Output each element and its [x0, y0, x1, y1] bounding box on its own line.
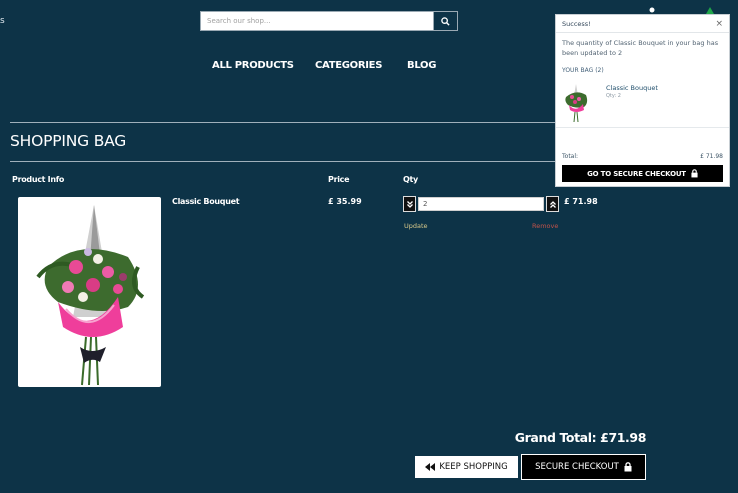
search-button[interactable]: [433, 11, 458, 31]
popup-total-label: Total:: [562, 153, 579, 160]
secure-checkout-label: SECURE CHECKOUT: [535, 462, 619, 472]
chevron-double-down-icon: [406, 200, 413, 208]
search-input[interactable]: [200, 11, 433, 31]
popup-header: Success! ×: [556, 15, 729, 33]
close-icon[interactable]: ×: [715, 19, 723, 29]
qty-decrease-button[interactable]: [403, 196, 416, 212]
qty-increase-button[interactable]: [546, 196, 559, 212]
header-price: Price: [328, 175, 350, 184]
popup-product-thumbnail[interactable]: [562, 83, 590, 123]
divider-bottom: [10, 161, 555, 162]
keep-shopping-button[interactable]: KEEP SHOPPING: [414, 455, 519, 479]
lock-icon: [624, 462, 632, 472]
nav-blog[interactable]: BLOG: [407, 60, 436, 71]
rewind-icon: [425, 463, 436, 471]
account-icon[interactable]: [648, 6, 656, 14]
popup-total-value: £ 71.98: [700, 153, 723, 160]
cart-notification-popup: Success! × The quantity of Classic Bouqu…: [555, 14, 730, 187]
quantity-input[interactable]: [418, 197, 544, 211]
page-title: SHOPPING BAG: [10, 132, 127, 150]
search-bar: [200, 11, 458, 31]
popup-checkout-button[interactable]: GO TO SECURE CHECKOUT: [562, 165, 723, 182]
update-link[interactable]: Update: [404, 222, 428, 230]
header-qty: Qty: [403, 175, 418, 184]
search-icon: [441, 16, 450, 26]
grand-total: Grand Total: £71.98: [514, 430, 647, 445]
product-name-link[interactable]: Classic Bouquet: [172, 197, 240, 206]
popup-bag-count: YOUR BAG (2): [562, 67, 604, 74]
nav-categories[interactable]: CATEGORIES: [315, 60, 382, 71]
product-image[interactable]: [18, 197, 161, 387]
popup-item-qty: Qty: 2: [606, 93, 621, 99]
quantity-stepper: [403, 196, 559, 212]
remove-link[interactable]: Remove: [532, 222, 558, 230]
popup-message: The quantity of Classic Bouquet in your …: [562, 39, 719, 57]
lock-icon: [691, 169, 698, 178]
line-total: £ 71.98: [564, 197, 598, 206]
chevron-double-up-icon: [549, 200, 556, 208]
secure-checkout-button[interactable]: SECURE CHECKOUT: [521, 454, 646, 480]
header-edge-text: s: [0, 16, 5, 26]
divider-top: [10, 122, 555, 123]
popup-item-name[interactable]: Classic Bouquet: [606, 84, 658, 92]
nav-all-products[interactable]: ALL PRODUCTS: [212, 60, 294, 71]
popup-checkout-label: GO TO SECURE CHECKOUT: [587, 169, 686, 178]
product-price: £ 35.99: [328, 197, 362, 206]
popup-title: Success!: [562, 19, 591, 28]
popup-total: Total: £ 71.98: [562, 153, 723, 160]
keep-shopping-label: KEEP SHOPPING: [439, 462, 508, 472]
header-product-info: Product Info: [12, 175, 65, 184]
popup-list-item: Classic Bouquet Qty: 2: [556, 80, 729, 128]
